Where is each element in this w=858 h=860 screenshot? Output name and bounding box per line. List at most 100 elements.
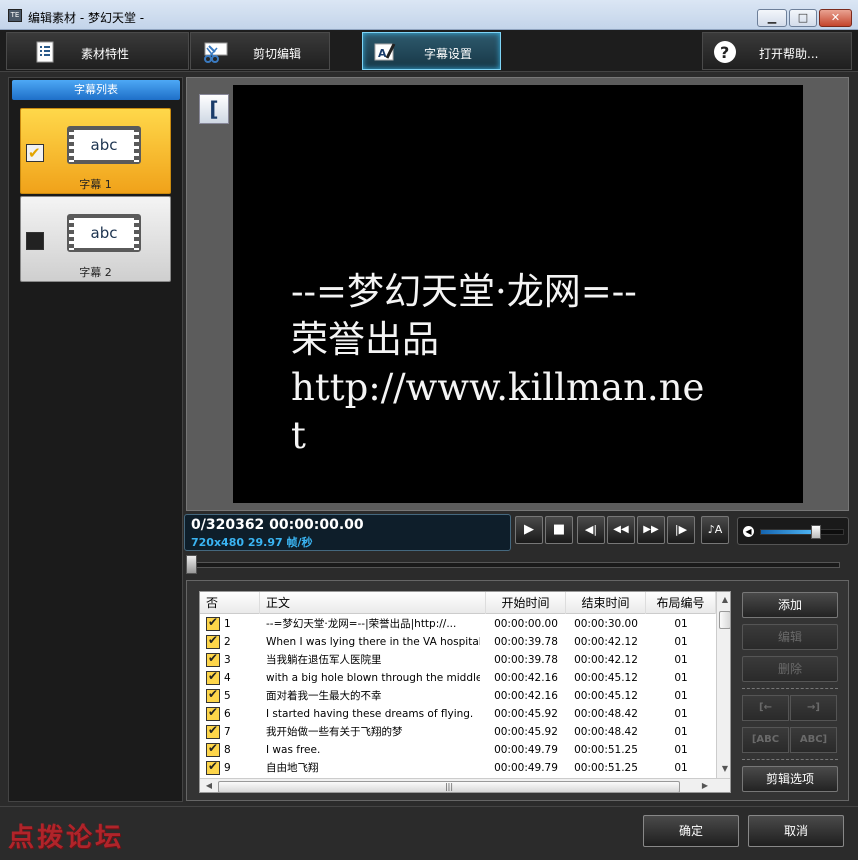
volume-fill bbox=[761, 530, 815, 534]
stop-icon: ■ bbox=[552, 522, 566, 537]
film-thumb-text: abc bbox=[90, 224, 118, 242]
subtitle-item-2[interactable]: abc 字幕 2 bbox=[20, 196, 171, 282]
row-checkbox[interactable] bbox=[206, 615, 220, 631]
maximize-button[interactable]: □ bbox=[789, 9, 817, 27]
column-header[interactable]: 布局编号 bbox=[646, 592, 716, 614]
row-checkbox[interactable] bbox=[206, 705, 220, 721]
row-text: I was free. bbox=[266, 744, 321, 756]
tab-help[interactable]: ? 打开帮助... bbox=[702, 32, 852, 70]
row-text: 当我躺在退伍军人医院里 bbox=[266, 654, 382, 666]
scroll-right-icon[interactable]: ▶ bbox=[698, 781, 712, 790]
row-checkbox[interactable] bbox=[206, 687, 220, 703]
cancel-button[interactable]: 取消 bbox=[748, 815, 844, 847]
scroll-left-icon[interactable]: ◀ bbox=[202, 781, 216, 790]
volume-slider[interactable] bbox=[760, 525, 844, 539]
row-checkbox[interactable] bbox=[206, 633, 220, 649]
preview-text-line: t bbox=[291, 414, 306, 457]
row-text: with a big hole blown through the middle… bbox=[266, 672, 480, 684]
table-row[interactable]: 5 面对着我一生最大的不幸 00:00:42.16 00:00:45.12 01 bbox=[200, 687, 716, 705]
column-header[interactable]: 否 bbox=[200, 592, 260, 614]
row-number: 3 bbox=[224, 654, 231, 666]
row-layout-number: 01 bbox=[674, 762, 688, 774]
svg-text:?: ? bbox=[720, 43, 729, 62]
move-left-button[interactable]: [← bbox=[742, 695, 789, 721]
table-row[interactable]: 2 When I was lying there in the VA hospit… bbox=[200, 633, 716, 651]
rewind-icon: ◀◀ bbox=[613, 524, 629, 535]
table-row[interactable]: 6 I started having these dreams of flying… bbox=[200, 705, 716, 723]
tab-subtitle-settings[interactable]: A 字幕设置 bbox=[362, 32, 501, 70]
tab-bar: 素材特性 剪切编辑 A 字幕设置 ? 打开帮助... bbox=[0, 30, 858, 72]
subtitle-item-1[interactable]: abc 字幕 1 bbox=[20, 108, 171, 194]
row-start-time: 00:00:42.16 bbox=[494, 672, 558, 684]
row-start-time: 00:00:45.92 bbox=[494, 726, 558, 738]
rewind-button[interactable]: ◀◀ bbox=[607, 516, 635, 544]
row-text: --=梦幻天堂·龙网=--|荣誉出品|http://... bbox=[266, 618, 457, 630]
abc-left-button[interactable]: [ABC bbox=[742, 727, 789, 753]
ok-button[interactable]: 确定 bbox=[643, 815, 739, 847]
volume-icon: ◀ bbox=[743, 526, 754, 537]
window-title: 编辑素材 - 梦幻天堂 - bbox=[28, 11, 145, 25]
add-button[interactable]: 添加 bbox=[742, 592, 838, 618]
delete-button[interactable]: 删除 bbox=[742, 656, 838, 682]
move-right-button[interactable]: →] bbox=[790, 695, 837, 721]
edit-options-button[interactable]: 剪辑选项 bbox=[742, 766, 838, 792]
table-row[interactable]: 8 I was free. 00:00:49.79 00:00:51.25 01 bbox=[200, 741, 716, 759]
row-end-time: 00:00:51.25 bbox=[574, 762, 638, 774]
table-row[interactable]: 9 自由地飞翔 00:00:49.79 00:00:51.25 01 bbox=[200, 759, 716, 777]
cut-edit-icon bbox=[204, 42, 228, 63]
vertical-scroll-thumb[interactable] bbox=[719, 611, 730, 629]
column-header[interactable]: 结束时间 bbox=[566, 592, 646, 614]
audio-button[interactable]: ♪A bbox=[701, 516, 729, 544]
subtitle-list-panel: 字幕列表 abc 字幕 1 abc 字幕 2 bbox=[8, 77, 183, 802]
horizontal-scroll-thumb[interactable]: ||| bbox=[218, 781, 680, 792]
tab-properties-label: 素材特性 bbox=[81, 47, 130, 61]
scroll-down-icon[interactable]: ▼ bbox=[719, 764, 730, 773]
scroll-up-icon[interactable]: ▲ bbox=[719, 595, 730, 604]
column-header[interactable]: 开始时间 bbox=[486, 592, 566, 614]
scrubber-thumb[interactable] bbox=[186, 555, 197, 574]
row-checkbox[interactable] bbox=[206, 723, 220, 739]
table-row[interactable]: 4 with a big hole blown through the middl… bbox=[200, 669, 716, 687]
separator bbox=[742, 759, 838, 760]
row-start-time: 00:00:49.79 bbox=[494, 762, 558, 774]
scrubber-track[interactable] bbox=[190, 562, 840, 568]
table-row[interactable]: 7 我开始做一些有关于飞翔的梦 00:00:45.92 00:00:48.42 01 bbox=[200, 723, 716, 741]
abc-right-button[interactable]: ABC] bbox=[790, 727, 837, 753]
row-checkbox[interactable] bbox=[206, 759, 220, 775]
subtitle-item-checkbox[interactable] bbox=[26, 232, 44, 250]
row-number: 1 bbox=[224, 618, 231, 630]
volume-thumb[interactable] bbox=[810, 525, 821, 539]
row-checkbox[interactable] bbox=[206, 669, 220, 685]
edit-button[interactable]: 编辑 bbox=[742, 624, 838, 650]
row-start-time: 00:00:00.00 bbox=[494, 618, 558, 630]
play-button[interactable]: ▶ bbox=[515, 516, 543, 544]
video-preview: --=梦幻天堂·龙网=-- 荣誉出品 http://www.killman.ne… bbox=[233, 85, 803, 503]
row-layout-number: 01 bbox=[674, 708, 688, 720]
vertical-scrollbar[interactable]: ▲ ▼ bbox=[716, 592, 730, 778]
preview-text-line: 荣誉出品 bbox=[291, 318, 439, 361]
row-end-time: 00:00:51.25 bbox=[574, 744, 638, 756]
prev-frame-button[interactable]: ◀| bbox=[577, 516, 605, 544]
row-checkbox[interactable] bbox=[206, 651, 220, 667]
properties-icon bbox=[36, 41, 54, 63]
subtitle-item-checkbox[interactable] bbox=[26, 144, 44, 162]
next-frame-button[interactable]: |▶ bbox=[667, 516, 695, 544]
fast-forward-button[interactable]: ▶▶ bbox=[637, 516, 665, 544]
close-button[interactable]: ✕ bbox=[819, 9, 852, 27]
subtitle-item-name: 字幕 1 bbox=[79, 178, 112, 191]
row-number: 6 bbox=[224, 708, 231, 720]
stop-button[interactable]: ■ bbox=[545, 516, 573, 544]
app-icon: TE bbox=[8, 9, 22, 22]
column-header[interactable]: 正文 bbox=[260, 592, 486, 614]
tab-help-label: 打开帮助... bbox=[759, 47, 819, 61]
tab-cut-edit[interactable]: 剪切编辑 bbox=[190, 32, 330, 70]
horizontal-scrollbar[interactable]: ◀ ||| ▶ bbox=[200, 778, 730, 792]
row-checkbox[interactable] bbox=[206, 741, 220, 757]
table-row[interactable]: 3 当我躺在退伍军人医院里 00:00:39.78 00:00:42.12 01 bbox=[200, 651, 716, 669]
tab-subtitle-settings-label: 字幕设置 bbox=[424, 47, 473, 61]
safe-area-button[interactable]: [ bbox=[199, 94, 229, 124]
minimize-button[interactable]: ▁ bbox=[757, 9, 787, 27]
row-start-time: 00:00:49.79 bbox=[494, 744, 558, 756]
tab-properties[interactable]: 素材特性 bbox=[6, 32, 189, 70]
table-row[interactable]: 1 --=梦幻天堂·龙网=--|荣誉出品|http://... 00:00:00.0… bbox=[200, 615, 716, 633]
